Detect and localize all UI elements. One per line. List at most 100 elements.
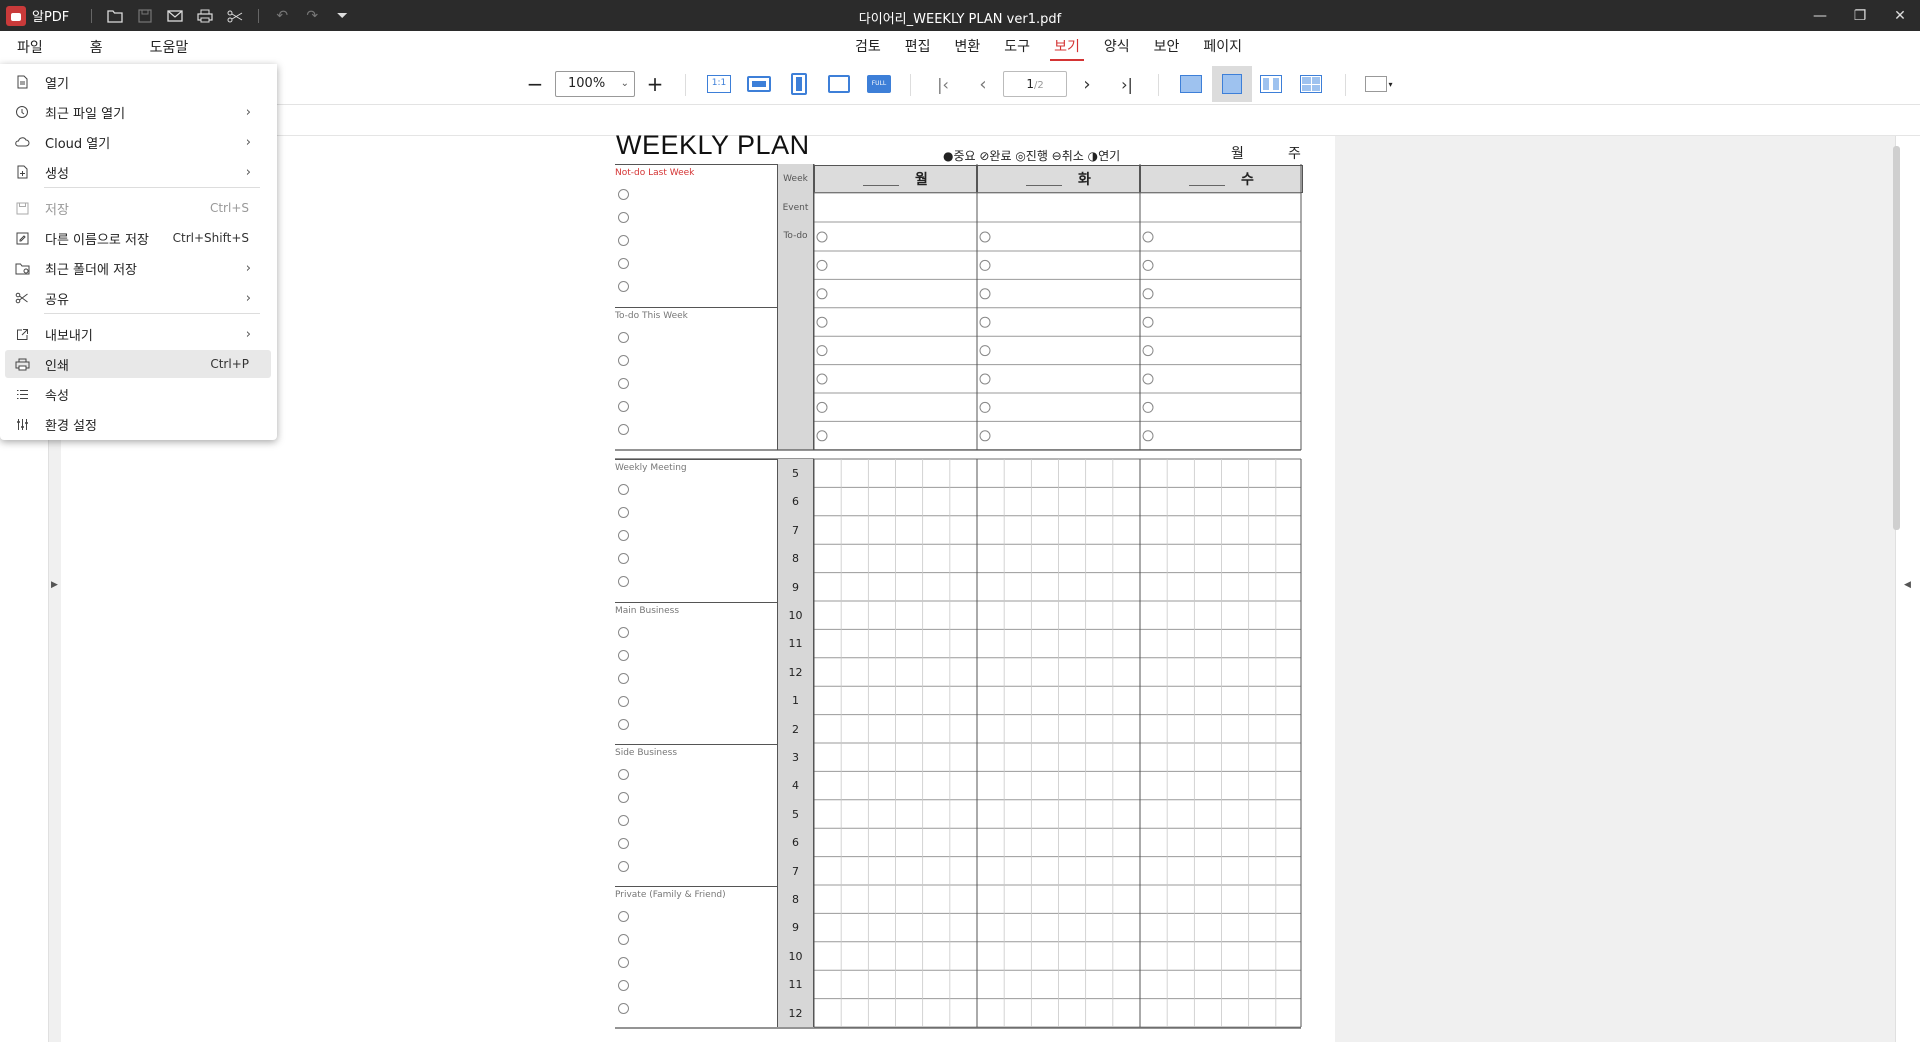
file-menu-item[interactable]: Cloud 열기 ›: [5, 128, 271, 156]
actual-size-icon: 1:1: [707, 75, 731, 93]
minimize-icon[interactable]: —: [1800, 0, 1840, 31]
prev-page-icon[interactable]: ‹: [970, 71, 996, 97]
file-menu-item[interactable]: 최근 폴더에 저장 ›: [5, 254, 271, 282]
checkbox-circle[interactable]: [618, 792, 629, 803]
checkbox-circle[interactable]: [618, 769, 629, 780]
day-name: 수: [1241, 172, 1254, 188]
single-page-icon[interactable]: [1178, 71, 1204, 97]
file-menu-item[interactable]: 환경 설정: [5, 410, 271, 438]
date-blank[interactable]: [1026, 172, 1063, 186]
checkbox-circle[interactable]: [618, 189, 629, 200]
checkbox-circle[interactable]: [618, 696, 629, 707]
tab-forms[interactable]: 양식: [1092, 31, 1142, 63]
menu-help[interactable]: 도움말: [150, 37, 189, 57]
mail-icon[interactable]: [160, 4, 190, 28]
zoom-in-icon[interactable]: +: [642, 71, 668, 97]
menu-file[interactable]: 파일: [17, 37, 43, 57]
checkbox-circle[interactable]: [618, 934, 629, 945]
tab-view[interactable]: 보기: [1042, 31, 1092, 63]
open-folder-icon[interactable]: [100, 4, 130, 28]
expand-left-panel-icon[interactable]: ▶: [51, 580, 58, 590]
expand-right-panel-icon[interactable]: ◀: [1904, 580, 1911, 590]
section-label: Main Business: [615, 606, 680, 616]
checkbox-circle[interactable]: [618, 401, 629, 412]
tab-review[interactable]: 검토: [843, 31, 893, 63]
checkbox-circle[interactable]: [618, 719, 629, 730]
checkbox-circle[interactable]: [618, 378, 629, 389]
last-page-icon[interactable]: ›|: [1114, 71, 1140, 97]
checkbox-circle[interactable]: [618, 815, 629, 826]
file-menu-item[interactable]: 속성: [5, 380, 271, 408]
fit-height-icon[interactable]: [786, 71, 812, 97]
checkbox-circle[interactable]: [618, 507, 629, 518]
checkbox-circle[interactable]: [618, 355, 629, 366]
date-blank[interactable]: [863, 172, 900, 186]
checkbox-circle[interactable]: [618, 212, 629, 223]
close-icon[interactable]: ✕: [1880, 0, 1920, 31]
print-icon[interactable]: [190, 4, 220, 28]
hour-label: 3: [792, 751, 799, 764]
page-number-input[interactable]: 1/2: [1003, 71, 1067, 97]
tab-security[interactable]: 보안: [1142, 31, 1192, 63]
checkbox-circle[interactable]: [618, 957, 629, 968]
checkbox-circle[interactable]: [618, 332, 629, 343]
file-menu-item[interactable]: 열기: [5, 68, 271, 96]
checkbox-circle[interactable]: [618, 673, 629, 684]
checkbox-circle[interactable]: [618, 576, 629, 587]
restore-icon[interactable]: ❐: [1840, 0, 1880, 31]
two-page-icon[interactable]: [1258, 71, 1284, 97]
divider: [258, 8, 260, 23]
fit-width-icon[interactable]: [746, 71, 772, 97]
redo-icon[interactable]: ↷: [297, 4, 327, 28]
hour-label: 5: [792, 807, 799, 821]
checkbox-circle[interactable]: [618, 235, 629, 246]
file-menu-item-label: 내보내기: [45, 328, 93, 344]
checkbox-circle[interactable]: [618, 861, 629, 872]
checkbox-circle[interactable]: [618, 281, 629, 292]
share-icon: [5, 292, 39, 304]
checkbox-circle[interactable]: [618, 484, 629, 495]
file-menu-item[interactable]: 인쇄 Ctrl+P: [5, 350, 271, 378]
full-screen-button[interactable]: FULL: [866, 71, 892, 97]
checkbox-circle[interactable]: [618, 424, 629, 435]
tab-tools[interactable]: 도구: [992, 31, 1042, 63]
actual-size-button[interactable]: 1:1: [706, 71, 732, 97]
file-menu-item[interactable]: 공유 ›: [5, 284, 271, 312]
two-page-continuous-icon[interactable]: [1298, 71, 1324, 97]
checkbox-circle[interactable]: [618, 838, 629, 849]
open-file-icon: [5, 75, 39, 89]
file-menu-item-label: 열기: [45, 76, 69, 92]
continuous-page-icon[interactable]: [1212, 66, 1252, 102]
date-blank[interactable]: [1189, 172, 1226, 186]
fit-page-icon[interactable]: [826, 71, 852, 97]
full-screen-icon: FULL: [867, 75, 891, 93]
checkbox-circle[interactable]: [618, 650, 629, 661]
vertical-scrollbar[interactable]: [1893, 146, 1900, 530]
tab-convert[interactable]: 변환: [943, 31, 993, 63]
layout-options-icon[interactable]: ▾: [1362, 71, 1396, 97]
checkbox-circle[interactable]: [618, 911, 629, 922]
menu-home[interactable]: 홈: [90, 37, 103, 57]
file-menu-item[interactable]: 최근 파일 열기 ›: [5, 98, 271, 126]
checkbox-circle[interactable]: [618, 980, 629, 991]
next-page-icon[interactable]: ›: [1074, 71, 1100, 97]
checkbox-circle[interactable]: [618, 553, 629, 564]
first-page-icon[interactable]: |‹: [930, 71, 956, 97]
file-menu-item[interactable]: 내보내기 ›: [5, 320, 271, 348]
tab-edit[interactable]: 편집: [893, 31, 943, 63]
customize-dropdown-icon[interactable]: ⏷: [327, 4, 357, 28]
scissors-icon[interactable]: [220, 4, 250, 28]
file-menu-item[interactable]: 다른 이름으로 저장 Ctrl+Shift+S: [5, 224, 271, 252]
save-icon[interactable]: [130, 4, 160, 28]
chevron-right-icon: ›: [245, 326, 251, 342]
file-menu-item[interactable]: 생성 ›: [5, 158, 271, 186]
checkbox-circle[interactable]: [618, 258, 629, 269]
tab-pages[interactable]: 페이지: [1191, 31, 1254, 63]
zoom-select[interactable]: 100% ⌄: [555, 71, 635, 97]
checkbox-circle[interactable]: [618, 1003, 629, 1014]
section-label: Not-do Last Week: [615, 168, 695, 178]
zoom-out-icon[interactable]: −: [522, 71, 548, 97]
checkbox-circle[interactable]: [618, 530, 629, 541]
undo-icon[interactable]: ↶: [267, 4, 297, 28]
checkbox-circle[interactable]: [618, 627, 629, 638]
